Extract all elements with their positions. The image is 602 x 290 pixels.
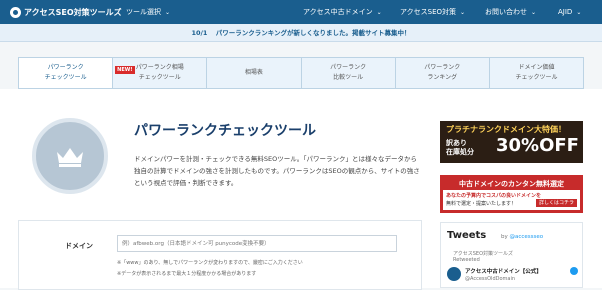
tab-power-rank-compare[interactable]: パワーランク 比較ツール — [301, 58, 396, 88]
tab-power-rank-ranking[interactable]: パワーランク ランキング — [395, 58, 490, 88]
ad1-discount: 30%OFF — [496, 135, 579, 156]
tool-tabs: パワーランク チェックツール NEW! パワーランク相場 チェックツール 相場表 … — [18, 57, 584, 89]
tweets-title: Tweets — [447, 230, 487, 241]
logo-icon — [10, 6, 21, 18]
nav-seo[interactable]: アクセスSEO対策 ⌄ — [400, 7, 465, 18]
form-note-www: ※「www」のあり、無しでパワーランクが変わりますので、厳密にご入力ください — [117, 260, 303, 266]
tweet-author-handle[interactable]: @AccessOldDomain — [465, 276, 515, 282]
chevron-down-icon: ⌄ — [376, 9, 382, 16]
domain-input[interactable] — [117, 235, 397, 252]
ad1-headline: プラチナランクドメイン大特価！ — [446, 125, 566, 134]
domain-form: ドメイン ※「www」のあり、無しでパワーランクが変わりますので、厳密にご入力く… — [18, 220, 422, 290]
nav-tool-select[interactable]: ツール選択 ⌄ — [126, 7, 170, 18]
ad2-sub2: 無料で選定・提案いたします！ — [446, 201, 517, 207]
page-title: パワーランクチェックツール — [134, 123, 316, 139]
nav-account[interactable]: AJID ⌄ — [558, 7, 581, 18]
tweets-handle-link[interactable]: @accessseo — [510, 234, 544, 240]
chevron-down-icon: ⌄ — [576, 9, 582, 16]
twitter-icon — [570, 267, 578, 275]
domain-label: ドメイン — [65, 242, 93, 250]
form-note-wait: ※データが表示されるまで最大１分程度かかる場合があります — [117, 271, 257, 277]
new-badge: NEW! — [115, 66, 135, 74]
tweets-widget: Tweets by @accessseo アクセスSEO対策ツールズ Retwe… — [440, 222, 583, 288]
top-navigation-bar: アクセスSEO対策ツールズ ツール選択 ⌄ アクセス中古ドメイン ⌄ アクセスSEO… — [0, 0, 602, 24]
tab-power-rank-price-check[interactable]: NEW! パワーランク相場 チェックツール — [113, 58, 208, 88]
tweets-by: by @accessseo — [501, 234, 544, 240]
notice-bar[interactable]: 10/1 パワーランクランキングが新しくなりました。掲載サイト募集中！ — [0, 24, 602, 42]
chevron-down-icon: ⌄ — [460, 9, 466, 16]
tweet-author-name[interactable]: アクセス中古ドメイン【公式】 — [465, 267, 542, 275]
page-description: ドメインパワーを計測・チェックできる無料SEOツール。「パワーランク」とは様々な… — [134, 155, 420, 187]
retweet-label: アクセスSEO対策ツールズ Retweeted — [453, 251, 514, 263]
crown-badge — [32, 118, 108, 194]
logo-text: アクセスSEO対策ツールズ — [24, 7, 122, 17]
crown-icon — [57, 148, 83, 167]
nav-contact[interactable]: お問い合わせ ⌄ — [485, 7, 536, 18]
platinum-domain-ad[interactable]: プラチナランクドメイン大特価！ 訳あり 在庫処分 30%OFF — [440, 121, 583, 163]
nav-old-domain[interactable]: アクセス中古ドメイン ⌄ — [303, 7, 382, 18]
ad1-sub: 訳あり 在庫処分 — [446, 139, 474, 156]
tab-price-table[interactable]: 相場表 — [207, 58, 302, 88]
chevron-down-icon: ⌄ — [531, 9, 537, 16]
ad2-header: 中古ドメインのカンタン無料選定 — [443, 178, 580, 190]
site-logo[interactable]: アクセスSEO対策ツールズ — [10, 4, 122, 20]
avatar[interactable] — [447, 267, 461, 281]
notice-text: パワーランクランキングが新しくなりました。掲載サイト募集中！ — [215, 29, 411, 37]
notice-date: 10/1 — [191, 29, 208, 37]
domain-selection-ad[interactable]: 中古ドメインのカンタン無料選定 あなたの予算内でコスパの良いドメインを 無料で選… — [440, 175, 583, 213]
tab-domain-value-check[interactable]: ドメイン価値 チェックツール — [489, 58, 584, 88]
tab-power-rank-check[interactable]: パワーランク チェックツール — [19, 58, 114, 88]
chevron-down-icon: ⌄ — [165, 9, 171, 16]
ad2-sub1: あなたの予算内でコスパの良いドメインを — [446, 193, 542, 199]
ad2-details-button[interactable]: 詳しくはコチラ — [535, 199, 577, 207]
